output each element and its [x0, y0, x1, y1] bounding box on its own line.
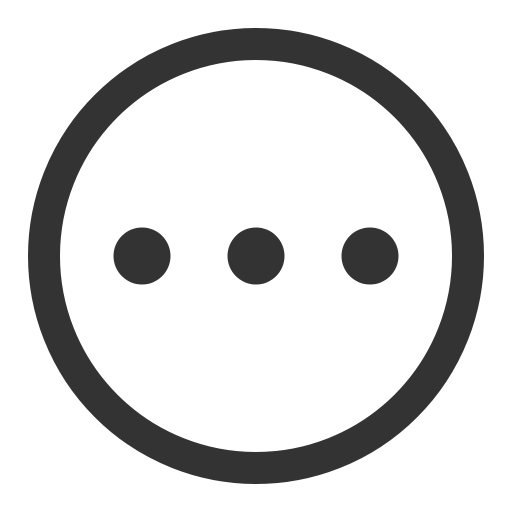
icon-canvas — [0, 0, 512, 512]
dot-center — [227, 227, 285, 285]
more-options-button[interactable] — [0, 0, 512, 512]
dot-left — [113, 227, 171, 285]
more-options-icon — [28, 28, 484, 484]
dot-right — [341, 227, 399, 285]
